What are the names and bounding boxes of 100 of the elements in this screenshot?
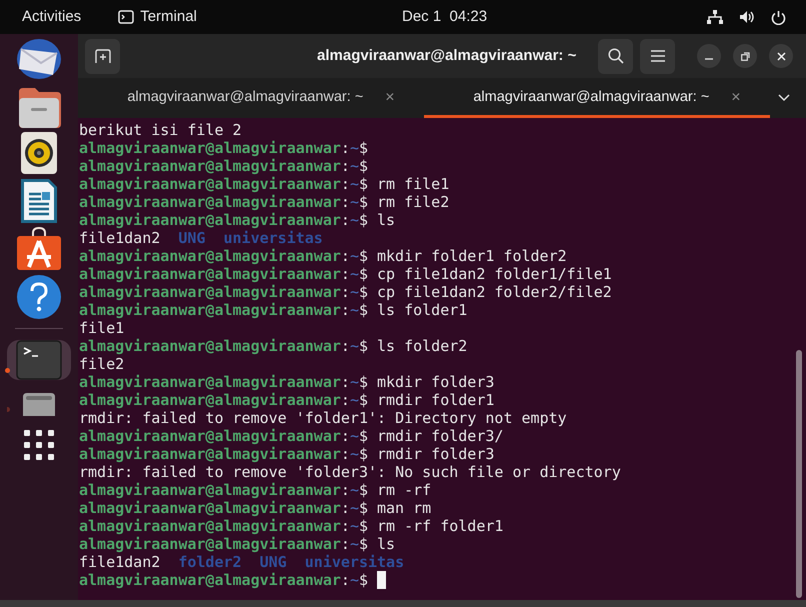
prompt-path: ~: [350, 247, 359, 265]
prompt-path: ~: [350, 373, 359, 391]
prompt-separator: :: [340, 535, 350, 553]
question-mark-icon: [16, 274, 62, 320]
prompt-user: almagviraanwar@almagviraanwar: [79, 535, 341, 553]
prompt-separator: :: [340, 391, 350, 409]
prompt-separator: :: [340, 427, 350, 445]
prompt-path: ~: [350, 175, 359, 193]
terminal-icon: [16, 340, 62, 380]
prompt-path: ~: [350, 157, 359, 175]
prompt-path: ~: [350, 499, 359, 517]
prompt-symbol: $: [358, 481, 368, 499]
prompt-separator: :: [340, 373, 350, 391]
prompt-symbol: $: [358, 427, 368, 445]
prompt-symbol: $: [358, 301, 368, 319]
command-text: rmdir folder3/: [377, 427, 504, 445]
app-grid-icon: [24, 430, 54, 460]
directory-name: UNG: [260, 553, 287, 571]
prompt-path: ~: [350, 535, 359, 553]
prompt-path: ~: [350, 337, 359, 355]
prompt-user: almagviraanwar@almagviraanwar: [79, 571, 341, 589]
prompt-user: almagviraanwar@almagviraanwar: [79, 265, 341, 283]
command-text: mkdir folder3: [377, 373, 494, 391]
tab-close-button[interactable]: ×: [731, 86, 741, 110]
prompt-path: ~: [350, 427, 359, 445]
file-name: file1dan2: [79, 229, 160, 247]
directory-name: UNG: [178, 229, 206, 247]
command-text: ls: [377, 211, 396, 229]
restore-icon: [740, 52, 750, 60]
prompt-symbol: $: [358, 283, 368, 301]
tab[interactable]: almagviraanwar@almagviraanwar: ~ ×: [78, 78, 424, 118]
output-line: file2: [79, 355, 124, 373]
prompt-separator: :: [340, 337, 350, 355]
directory-name: folder2: [178, 553, 242, 571]
prompt-separator: :: [340, 139, 350, 157]
prompt-user: almagviraanwar@almagviraanwar: [79, 391, 341, 409]
prompt-symbol: $: [358, 175, 368, 193]
tab[interactable]: almagviraanwar@almagviraanwar: ~ ×: [424, 78, 770, 118]
command-text: rm -rf: [377, 481, 432, 499]
prompt-path: ~: [350, 481, 359, 499]
prompt-user: almagviraanwar@almagviraanwar: [79, 337, 341, 355]
prompt-separator: :: [340, 499, 350, 517]
command-text: rmdir folder3: [377, 445, 494, 463]
prompt-user: almagviraanwar@almagviraanwar: [79, 481, 341, 499]
command-text: rm file2: [377, 193, 450, 211]
prompt-user: almagviraanwar@almagviraanwar: [79, 139, 341, 157]
clock[interactable]: Dec 1 04:23: [402, 6, 488, 28]
prompt-separator: :: [340, 211, 350, 229]
file-name: file1dan2: [79, 553, 160, 571]
prompt-user: almagviraanwar@almagviraanwar: [79, 517, 341, 535]
prompt-symbol: $: [358, 571, 368, 589]
command-text: man rm: [377, 499, 432, 517]
output-line: file1: [79, 319, 124, 337]
prompt-path: ~: [350, 571, 359, 589]
maximize-button[interactable]: [733, 44, 757, 68]
prompt-symbol: $: [358, 535, 368, 553]
prompt-user: almagviraanwar@almagviraanwar: [79, 373, 341, 391]
prompt-symbol: $: [358, 517, 368, 535]
command-text: rmdir folder1: [377, 391, 494, 409]
search-button[interactable]: [598, 38, 633, 74]
new-tab-button[interactable]: [85, 38, 120, 74]
prompt-user: almagviraanwar@almagviraanwar: [79, 157, 341, 175]
close-button[interactable]: [769, 44, 793, 68]
window-title: almagviraanwar@almagviraanwar: ~: [317, 46, 576, 66]
app-menu-label[interactable]: Terminal: [140, 6, 197, 28]
command-text: cp file1dan2 folder1/file1: [377, 265, 612, 283]
close-icon: [776, 52, 786, 60]
prompt-path: ~: [350, 445, 359, 463]
prompt-user: almagviraanwar@almagviraanwar: [79, 211, 341, 229]
prompt-separator: :: [340, 265, 350, 283]
command-text: mkdir folder1 folder2: [377, 247, 567, 265]
new-tab-icon: [94, 48, 110, 64]
prompt-user: almagviraanwar@almagviraanwar: [79, 301, 341, 319]
scrollbar-thumb[interactable]: [796, 350, 802, 598]
terminal-icon: [118, 10, 134, 24]
tab-close-button[interactable]: ×: [385, 86, 395, 110]
command-text: ls: [377, 535, 396, 553]
prompt-separator: :: [340, 193, 350, 211]
menu-icon: [650, 50, 664, 62]
activities-button[interactable]: Activities: [22, 6, 82, 28]
prompt-symbol: $: [358, 193, 368, 211]
prompt-user: almagviraanwar@almagviraanwar: [79, 283, 341, 301]
prompt-separator: :: [340, 517, 350, 535]
prompt-symbol: $: [358, 139, 368, 157]
prompt-symbol: $: [358, 211, 368, 229]
menu-button[interactable]: [640, 38, 675, 74]
shopping-bag-icon: [16, 227, 62, 271]
prompt-path: ~: [350, 517, 359, 535]
prompt-user: almagviraanwar@almagviraanwar: [79, 445, 341, 463]
minimize-button[interactable]: [697, 44, 721, 68]
prompt-user: almagviraanwar@almagviraanwar: [79, 193, 341, 211]
drive-icon: [20, 392, 58, 416]
prompt-user: almagviraanwar@almagviraanwar: [79, 247, 341, 265]
prompt-path: ~: [350, 283, 359, 301]
directory-name: universitas: [304, 553, 404, 571]
output-line: rmdir: failed to remove 'folder3': No such file or directory: [79, 463, 621, 481]
network-icon: [707, 10, 723, 24]
prompt-separator: :: [340, 301, 350, 319]
prompt-path: ~: [350, 139, 359, 157]
search-icon: [608, 48, 624, 64]
